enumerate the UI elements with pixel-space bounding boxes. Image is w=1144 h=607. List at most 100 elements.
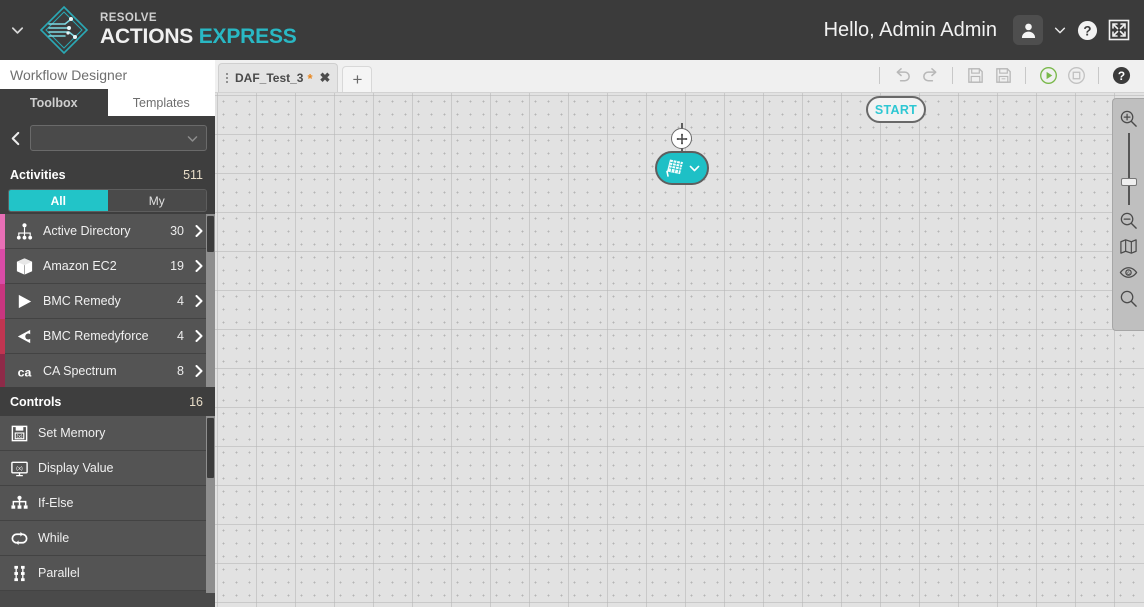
activities-filter-row: All My bbox=[0, 189, 215, 214]
bmc-remedyforce-icon bbox=[5, 327, 43, 346]
workflow-topbar: DAF_Test_3 * ✖ + ? bbox=[215, 60, 1144, 93]
control-row-if-else[interactable]: If-Else bbox=[0, 486, 215, 521]
save-floppy-icon bbox=[967, 68, 983, 83]
activity-label: BMC Remedyforce bbox=[43, 329, 149, 343]
help-circle-icon[interactable]: ? bbox=[1077, 20, 1098, 41]
brand-resolve-text: RESOLVE bbox=[100, 11, 157, 24]
svg-text:?: ? bbox=[1117, 69, 1124, 83]
canvas-zoom-panel: 6 bbox=[1112, 98, 1144, 331]
add-node-button[interactable] bbox=[671, 128, 692, 149]
workflow-canvas[interactable]: START 6 bbox=[215, 93, 1144, 607]
control-row-display-value[interactable]: (x) Display Value bbox=[0, 451, 215, 486]
controls-scrollbar[interactable] bbox=[206, 416, 215, 593]
brand-wordmark: RESOLVE ACTIONS EXPRESS bbox=[100, 11, 297, 47]
workflow-designer-app: RESOLVE ACTIONS EXPRESS Hello, Admin Adm… bbox=[0, 0, 1144, 607]
amazon-ec2-box-icon bbox=[5, 257, 43, 276]
control-label: If-Else bbox=[38, 496, 74, 510]
redo-arrow-icon bbox=[922, 68, 936, 82]
map-overview-button[interactable] bbox=[1116, 233, 1142, 259]
control-label: While bbox=[38, 531, 70, 545]
panel-tabs: Toolbox Templates bbox=[0, 89, 215, 116]
control-row-set-memory[interactable]: (x) Set Memory bbox=[0, 416, 215, 451]
collapse-panel-chevron-left-icon[interactable] bbox=[8, 130, 23, 147]
activities-filter-group: All My bbox=[8, 189, 207, 212]
add-node-icon bbox=[676, 133, 687, 144]
network-flag-icon bbox=[664, 155, 686, 182]
svg-text:6: 6 bbox=[1127, 270, 1130, 276]
ca-spectrum-icon: ca bbox=[5, 362, 43, 381]
activity-row-active-directory[interactable]: Active Directory 30 bbox=[0, 214, 215, 249]
activity-count: 30 bbox=[170, 224, 184, 238]
redo-button[interactable] bbox=[917, 63, 943, 89]
control-row-while[interactable]: While bbox=[0, 521, 215, 556]
tab-templates[interactable]: Templates bbox=[107, 89, 215, 116]
drag-handle-icon[interactable] bbox=[223, 73, 231, 83]
controls-scrollbar-thumb[interactable] bbox=[207, 418, 214, 478]
activity-count: 4 bbox=[177, 329, 184, 343]
header-right-controls: Hello, Admin Admin ? bbox=[824, 15, 1144, 45]
run-button[interactable] bbox=[1035, 63, 1061, 89]
new-tab-button[interactable]: + bbox=[342, 66, 373, 92]
activities-title: Activities bbox=[10, 167, 66, 182]
help-button[interactable]: ? bbox=[1108, 63, 1134, 89]
zoom-slider[interactable] bbox=[1119, 133, 1139, 205]
start-node[interactable]: START bbox=[866, 96, 926, 123]
undo-arrow-icon bbox=[896, 68, 910, 82]
filter-my-button[interactable]: My bbox=[107, 190, 206, 211]
activity-row-bmc-remedyforce[interactable]: BMC Remedyforce 4 bbox=[0, 318, 215, 354]
activities-scrollbar[interactable] bbox=[206, 214, 215, 387]
search-canvas-button[interactable] bbox=[1116, 285, 1142, 311]
workflow-tab-label: DAF_Test_3 bbox=[235, 71, 304, 85]
activity-row-bmc-remedy[interactable]: BMC Remedy 4 bbox=[0, 283, 215, 319]
map-overview-icon bbox=[1120, 238, 1137, 254]
filter-all-button[interactable]: All bbox=[9, 190, 108, 211]
bmc-remedy-play-icon bbox=[5, 292, 43, 311]
undo-button[interactable] bbox=[889, 63, 915, 89]
header-menu-caret-icon[interactable] bbox=[0, 0, 34, 60]
zoom-in-icon bbox=[1120, 110, 1137, 127]
zoom-in-button[interactable] bbox=[1116, 105, 1142, 131]
zoom-out-button[interactable] bbox=[1116, 207, 1142, 233]
user-greeting: Hello, Admin Admin bbox=[823, 18, 997, 41]
control-row-parallel[interactable]: Parallel bbox=[0, 556, 215, 591]
close-icon[interactable]: ✖ bbox=[317, 70, 331, 86]
brand-product-name: ACTIONS EXPRESS bbox=[100, 26, 297, 47]
preview-button[interactable]: 6 bbox=[1116, 259, 1142, 285]
svg-text:?: ? bbox=[1083, 23, 1091, 38]
activity-label: BMC Remedy bbox=[43, 294, 121, 308]
play-circle-icon bbox=[1039, 67, 1057, 84]
svg-text:(x): (x) bbox=[16, 466, 23, 472]
activities-scrollbar-thumb[interactable] bbox=[207, 216, 214, 252]
save-button[interactable] bbox=[962, 63, 988, 89]
chevron-down-icon[interactable] bbox=[688, 162, 701, 175]
toolbar-divider bbox=[879, 67, 880, 84]
control-label: Parallel bbox=[38, 566, 80, 580]
search-magnifier-icon bbox=[1120, 290, 1137, 307]
zoom-slider-track bbox=[1127, 133, 1130, 205]
activity-count: 19 bbox=[170, 259, 184, 273]
search-input[interactable] bbox=[30, 125, 207, 151]
zoom-slider-thumb[interactable] bbox=[1120, 178, 1137, 186]
control-label: Set Memory bbox=[38, 426, 106, 440]
activity-count: 4 bbox=[177, 294, 184, 308]
activity-row-ca-spectrum[interactable]: ca CA Spectrum 8 bbox=[0, 353, 215, 387]
activities-section-header: Activities 511 bbox=[0, 160, 215, 189]
resolve-diamond-logo-icon bbox=[39, 5, 89, 55]
avatar[interactable] bbox=[1013, 15, 1043, 45]
activity-row-amazon-ec2[interactable]: Amazon EC2 19 bbox=[0, 248, 215, 284]
chevron-down-icon bbox=[186, 132, 199, 145]
fullscreen-expand-icon[interactable] bbox=[1108, 19, 1130, 41]
eye-preview-icon: 6 bbox=[1119, 266, 1138, 278]
workflow-tab-strip: DAF_Test_3 * ✖ + bbox=[215, 59, 373, 92]
save-as-button[interactable] bbox=[990, 63, 1016, 89]
display-value-icon: (x) bbox=[0, 459, 38, 478]
stop-button[interactable] bbox=[1063, 63, 1089, 89]
svg-text:ca: ca bbox=[17, 365, 31, 379]
workflow-tab-daf-test-3[interactable]: DAF_Test_3 * ✖ bbox=[218, 63, 339, 92]
tab-toolbox[interactable]: Toolbox bbox=[0, 89, 108, 116]
user-menu-caret-icon[interactable] bbox=[1053, 23, 1067, 37]
parallel-icon bbox=[0, 564, 38, 583]
activity-node[interactable] bbox=[655, 151, 709, 185]
svg-text:(x): (x) bbox=[16, 433, 22, 439]
activities-list: Active Directory 30 Amazon EC2 19 BMC Re… bbox=[0, 214, 215, 387]
